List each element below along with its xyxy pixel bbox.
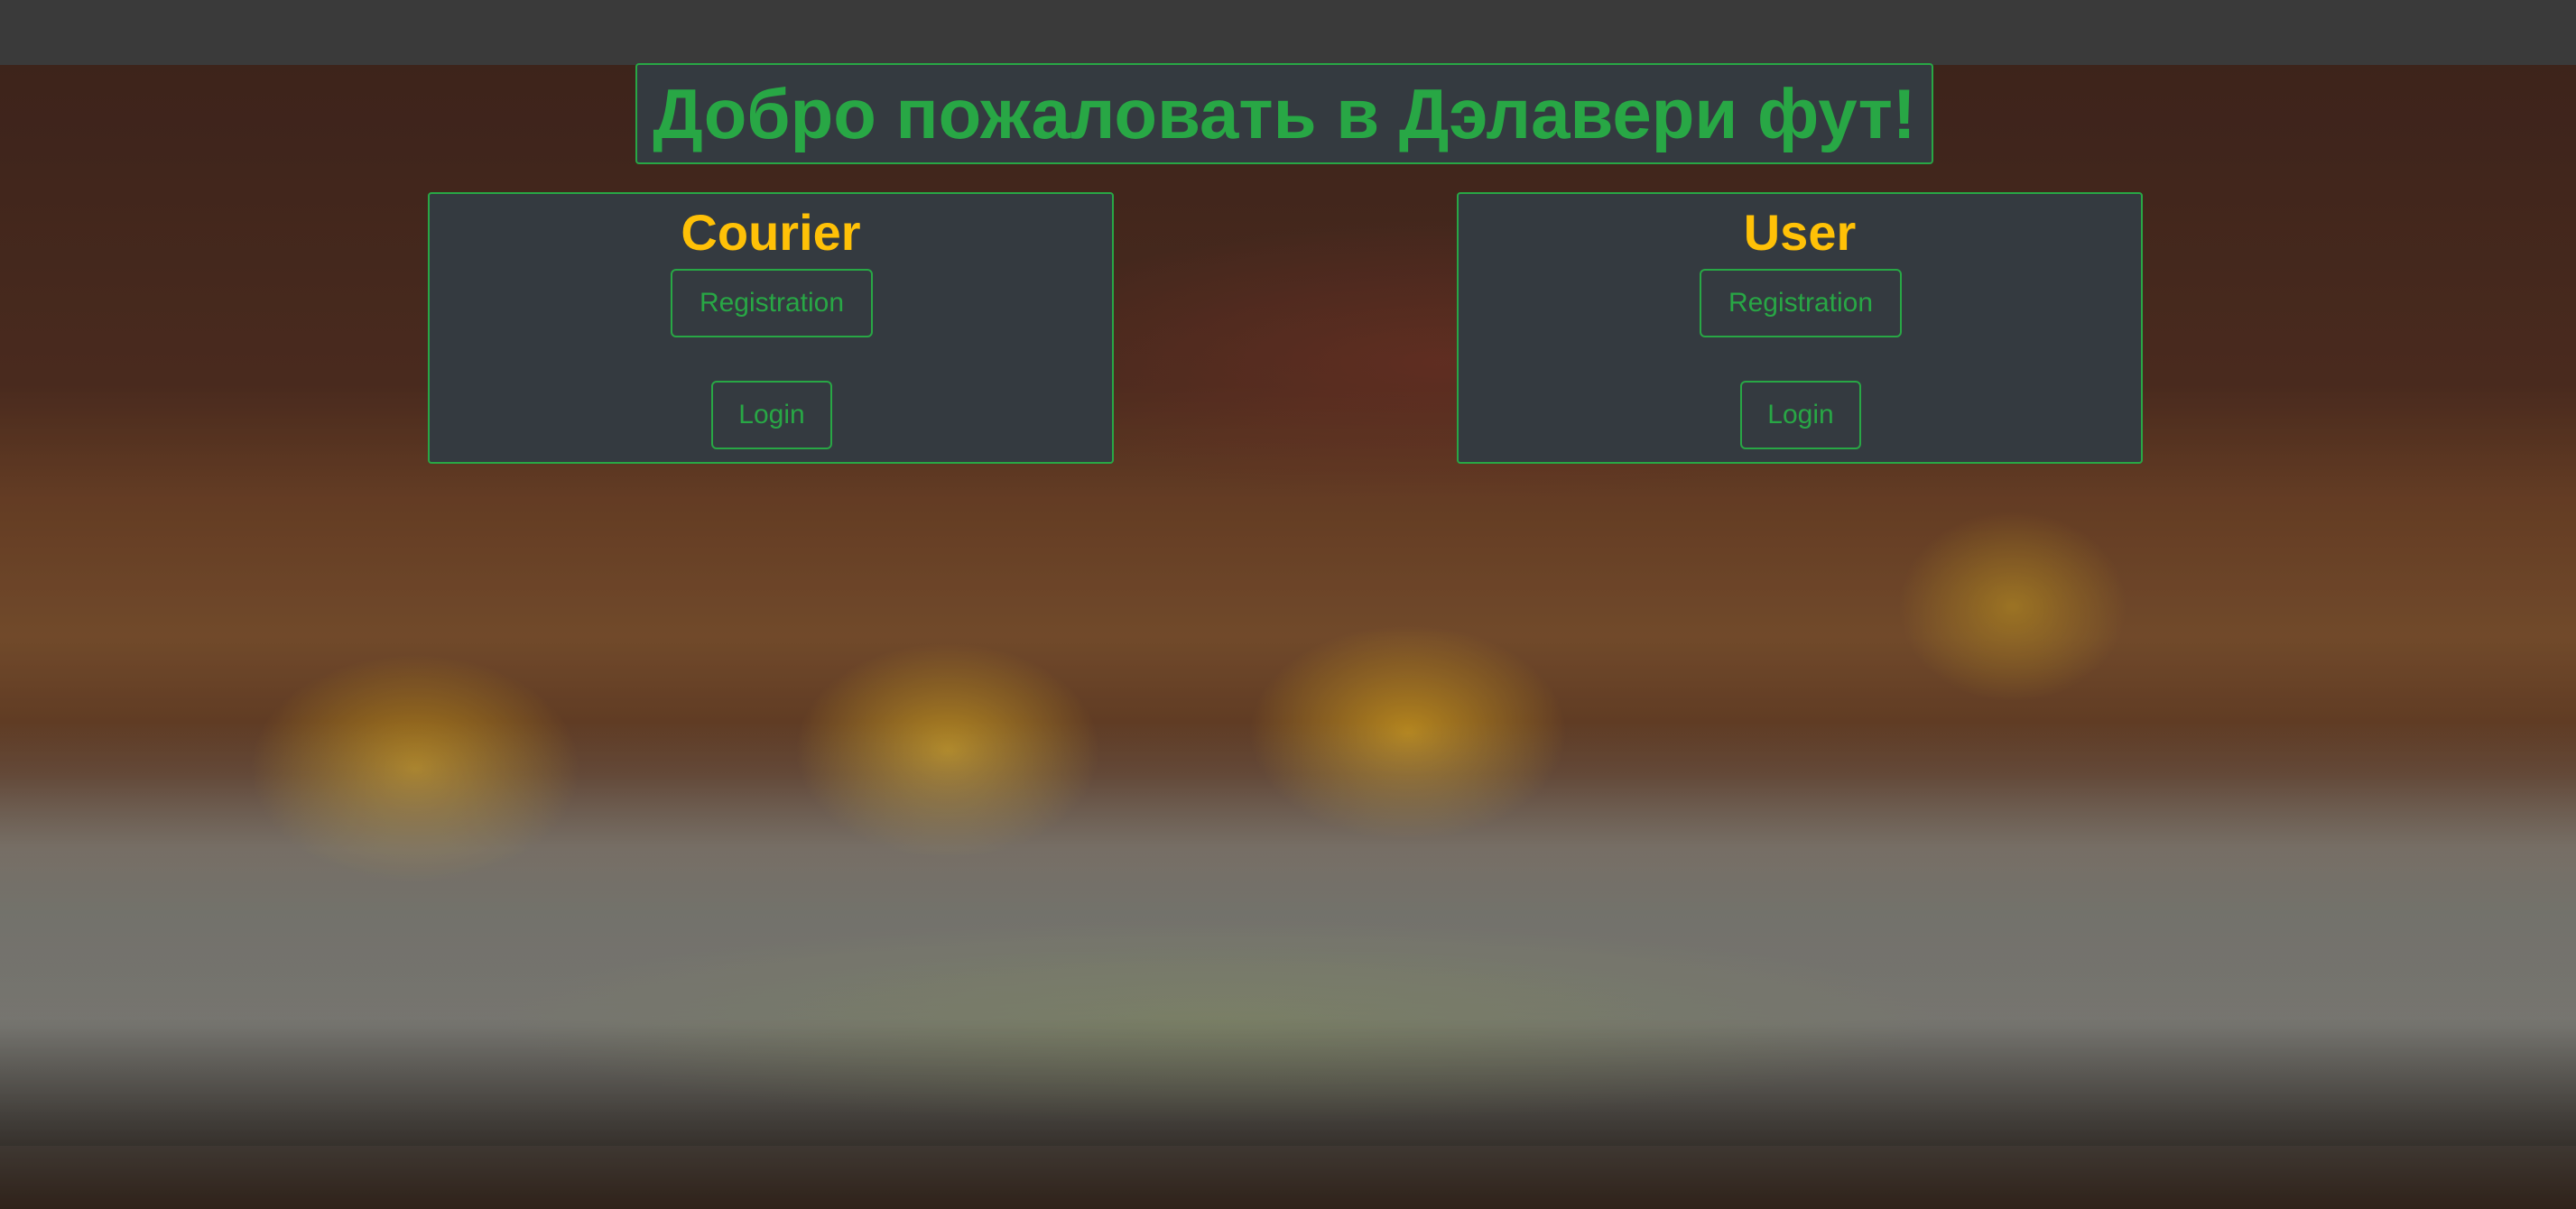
top-nav-bar — [0, 0, 2576, 65]
user-panel-title: User — [1743, 204, 1857, 261]
courier-login-button[interactable]: Login — [711, 381, 832, 449]
page: Добро пожаловать в Дэлавери фут! Courier… — [0, 0, 2576, 1209]
courier-registration-button[interactable]: Registration — [671, 269, 873, 337]
user-panel: User Registration Login — [1457, 192, 2143, 464]
courier-panel-title: Courier — [681, 204, 861, 261]
courier-panel: Courier Registration Login — [428, 192, 1114, 464]
background-dim-overlay — [0, 65, 2576, 1209]
user-login-button[interactable]: Login — [1740, 381, 1861, 449]
welcome-heading: Добро пожаловать в Дэлавери фут! — [635, 63, 1933, 165]
user-registration-button[interactable]: Registration — [1700, 269, 1902, 337]
